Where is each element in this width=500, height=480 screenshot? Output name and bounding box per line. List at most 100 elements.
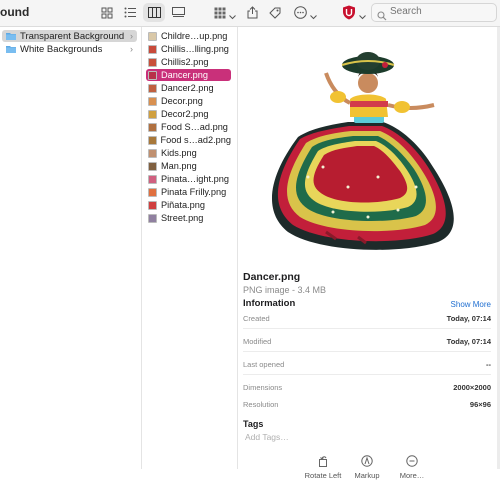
info-key: Last opened bbox=[243, 360, 285, 369]
info-row-created: Created Today, 07:14 bbox=[243, 311, 491, 329]
file-row[interactable]: Man.png bbox=[146, 160, 231, 172]
file-name: Pinata Frilly.png bbox=[161, 187, 227, 197]
extension-chevron-down-icon[interactable] bbox=[359, 7, 366, 25]
file-thumbnail bbox=[148, 57, 157, 67]
file-name: Childre…up.png bbox=[161, 31, 228, 41]
file-row[interactable]: Street.png bbox=[146, 212, 231, 224]
file-row[interactable]: Piñata.png bbox=[146, 199, 231, 211]
more-button[interactable] bbox=[292, 3, 308, 22]
file-row[interactable]: Pinata…ight.png bbox=[146, 173, 231, 185]
folders-column: Transparent Background › White Backgroun… bbox=[0, 27, 142, 469]
tag-icon bbox=[269, 7, 281, 19]
info-value: 96×96 bbox=[469, 400, 491, 409]
file-row[interactable]: Decor2.png bbox=[146, 108, 231, 120]
file-row[interactable]: Decor.png bbox=[146, 95, 231, 107]
file-thumbnail bbox=[148, 83, 157, 93]
file-thumbnail bbox=[148, 213, 157, 223]
info-value: Today, 07:14 bbox=[446, 314, 491, 323]
share-icon bbox=[247, 6, 257, 19]
info-value: 2000×2000 bbox=[453, 383, 491, 392]
info-row-resolution: Resolution 96×96 bbox=[243, 397, 491, 414]
list-view-button[interactable] bbox=[121, 3, 139, 22]
add-tags-field[interactable]: Add Tags… bbox=[245, 432, 289, 442]
file-name: Dancer.png bbox=[161, 70, 208, 80]
file-row[interactable]: Food S…ad.png bbox=[146, 121, 231, 133]
file-row[interactable]: Dancer2.png bbox=[146, 82, 231, 94]
gallery-view-icon bbox=[171, 7, 185, 17]
file-name: Dancer2.png bbox=[161, 83, 214, 93]
chevron-right-icon: › bbox=[130, 44, 133, 54]
file-row[interactable]: Kids.png bbox=[146, 147, 231, 159]
chevron-right-icon: › bbox=[130, 31, 133, 41]
folder-label: Transparent Background bbox=[20, 30, 125, 42]
info-value: Today, 07:14 bbox=[446, 337, 491, 346]
info-row-modified: Modified Today, 07:14 bbox=[243, 334, 491, 352]
window-title: ound bbox=[0, 5, 30, 19]
search-icon bbox=[377, 8, 387, 26]
search-field[interactable] bbox=[371, 3, 497, 22]
extension-button[interactable] bbox=[341, 3, 357, 22]
folder-icon bbox=[6, 40, 16, 58]
icon-view-button[interactable] bbox=[98, 3, 116, 22]
file-name: Food S…ad.png bbox=[161, 122, 228, 132]
info-key: Modified bbox=[243, 337, 272, 346]
file-name: Decor.png bbox=[161, 96, 203, 106]
file-row[interactable]: Food s…ad2.png bbox=[146, 134, 231, 146]
more-chevron-down-icon[interactable] bbox=[310, 7, 317, 25]
info-row-last-opened: Last opened -- bbox=[243, 357, 491, 375]
file-name: Street.png bbox=[161, 213, 204, 223]
more-actions-label: More… bbox=[399, 471, 425, 480]
file-name: Chillis…lling.png bbox=[161, 44, 229, 54]
info-key: Created bbox=[243, 314, 270, 323]
preview-file-type: PNG image - 3.4 MB bbox=[243, 285, 327, 295]
gallery-view-button[interactable] bbox=[169, 3, 187, 22]
more-actions-icon bbox=[382, 455, 442, 469]
group-button[interactable] bbox=[212, 3, 228, 22]
file-name: Piñata.png bbox=[161, 200, 205, 210]
info-value: -- bbox=[486, 360, 491, 369]
file-row[interactable]: Pinata Frilly.png bbox=[146, 186, 231, 198]
info-key: Dimensions bbox=[243, 383, 283, 392]
file-thumbnail bbox=[148, 161, 157, 171]
column-view-icon bbox=[147, 7, 161, 18]
column-view-button[interactable] bbox=[143, 3, 165, 22]
file-name: Food s…ad2.png bbox=[160, 135, 232, 145]
show-more-link[interactable]: Show More bbox=[451, 300, 491, 309]
file-thumbnail bbox=[148, 96, 157, 106]
info-key: Resolution bbox=[243, 400, 279, 409]
dancer-image-preview bbox=[271, 52, 454, 250]
folder-row-white-backgrounds[interactable]: White Backgrounds › bbox=[2, 43, 137, 55]
information-heading: Information bbox=[243, 298, 296, 309]
file-name: Chillis2.png bbox=[161, 57, 209, 67]
preview-filename: Dancer.png bbox=[243, 271, 301, 283]
folder-label: White Backgrounds bbox=[20, 43, 103, 55]
file-row-selected[interactable]: Dancer.png bbox=[146, 69, 231, 81]
shield-extension-icon bbox=[343, 5, 355, 20]
tags-heading: Tags bbox=[243, 419, 264, 429]
search-input[interactable] bbox=[390, 6, 490, 17]
file-thumbnail bbox=[148, 122, 157, 132]
more-icon bbox=[293, 6, 307, 19]
file-thumbnail bbox=[148, 109, 157, 119]
file-thumbnail bbox=[148, 135, 157, 145]
file-name: Pinata…ight.png bbox=[161, 174, 229, 184]
file-name: Man.png bbox=[161, 161, 197, 171]
file-thumbnail bbox=[148, 44, 157, 54]
group-chevron-down-icon[interactable] bbox=[229, 7, 236, 25]
more-actions-button[interactable]: More… bbox=[382, 455, 442, 480]
file-thumbnail bbox=[148, 187, 157, 197]
toolbar: ound bbox=[0, 0, 500, 27]
file-thumbnail bbox=[148, 148, 157, 158]
file-row[interactable]: Chillis…lling.png bbox=[146, 43, 231, 55]
file-thumbnail bbox=[148, 200, 157, 210]
file-thumbnail bbox=[148, 70, 157, 80]
list-view-icon bbox=[124, 7, 136, 18]
file-row[interactable]: Childre…up.png bbox=[146, 30, 231, 42]
file-name: Decor2.png bbox=[161, 109, 209, 119]
file-row[interactable]: Chillis2.png bbox=[146, 56, 231, 68]
share-button[interactable] bbox=[244, 3, 260, 22]
file-name: Kids.png bbox=[161, 148, 197, 158]
file-thumbnail bbox=[148, 174, 157, 184]
tag-button[interactable] bbox=[266, 3, 284, 22]
folder-row-transparent-background[interactable]: Transparent Background › bbox=[2, 30, 137, 42]
